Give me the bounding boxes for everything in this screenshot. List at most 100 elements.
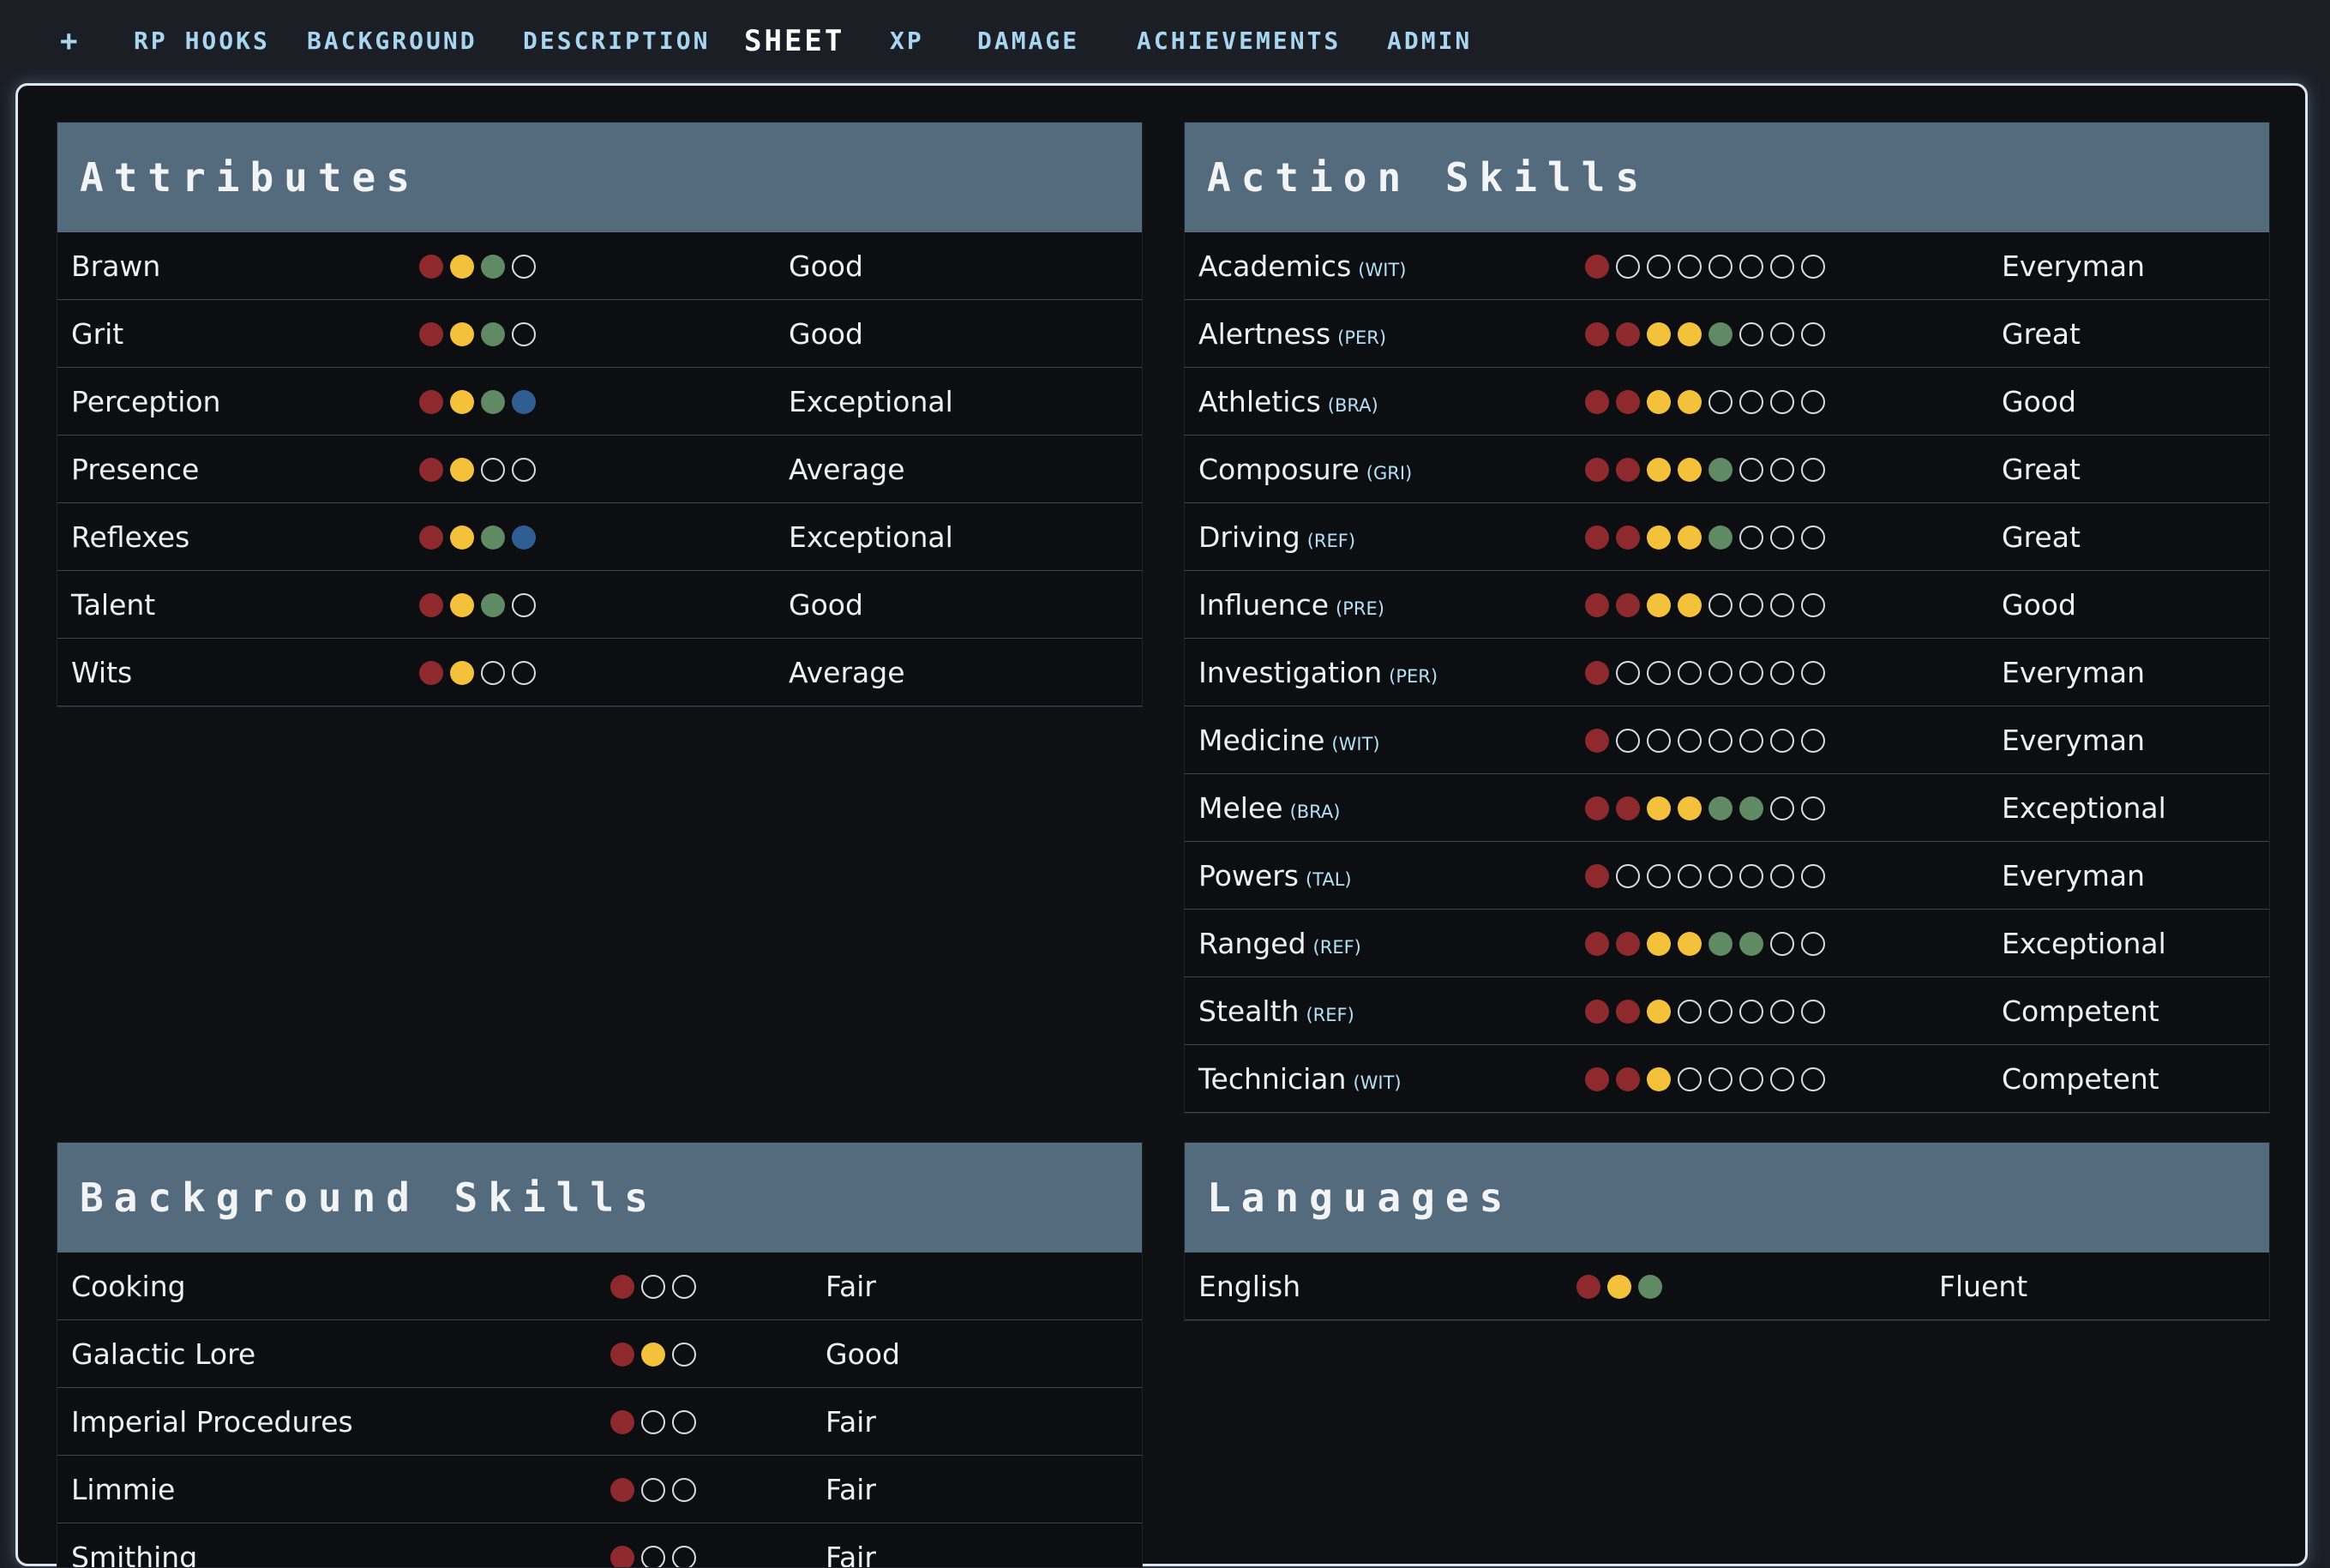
rating-dots[interactable] [1585, 977, 1832, 1045]
rating-dot-filled[interactable] [1647, 1067, 1671, 1091]
rating-dot-empty[interactable] [641, 1546, 665, 1568]
rating-dot-empty[interactable] [1739, 255, 1763, 279]
rating-dot-filled[interactable] [1585, 1067, 1609, 1091]
rating-dot-empty[interactable] [641, 1410, 665, 1434]
rating-dot-empty[interactable] [1739, 458, 1763, 482]
rating-dot-filled[interactable] [419, 322, 443, 346]
rating-dot-filled[interactable] [450, 661, 474, 685]
tab-damage[interactable]: DAMAGE [977, 21, 1079, 62]
rating-dot-filled[interactable] [1647, 1000, 1671, 1024]
rating-dots[interactable] [419, 368, 543, 436]
rating-dot-filled[interactable] [450, 458, 474, 482]
rating-dot-filled[interactable] [1585, 729, 1609, 753]
rating-dot-empty[interactable] [1739, 390, 1763, 414]
rating-dot-filled[interactable] [481, 593, 505, 617]
rating-dot-empty[interactable] [1678, 661, 1702, 685]
rating-dot-filled[interactable] [481, 322, 505, 346]
rating-dot-empty[interactable] [1770, 526, 1794, 550]
rating-dot-filled[interactable] [481, 255, 505, 279]
rating-dots[interactable] [1585, 571, 1832, 639]
rating-dot-empty[interactable] [1770, 1000, 1794, 1024]
rating-dot-filled[interactable] [450, 255, 474, 279]
rating-dot-filled[interactable] [481, 526, 505, 550]
rating-dot-filled[interactable] [1616, 1000, 1640, 1024]
rating-dots[interactable] [1585, 300, 1832, 368]
rating-dot-empty[interactable] [481, 661, 505, 685]
rating-dot-empty[interactable] [641, 1275, 665, 1299]
rating-dot-empty[interactable] [1801, 932, 1825, 956]
rating-dots[interactable] [1585, 436, 1832, 503]
rating-dot-filled[interactable] [1739, 932, 1763, 956]
rating-dots[interactable] [1585, 368, 1832, 436]
rating-dot-empty[interactable] [1678, 1067, 1702, 1091]
rating-dot-filled[interactable] [1647, 322, 1671, 346]
rating-dot-empty[interactable] [1678, 864, 1702, 888]
tab-description[interactable]: DESCRIPTION [523, 21, 710, 62]
rating-dots[interactable] [610, 1523, 703, 1568]
rating-dot-filled[interactable] [1708, 932, 1732, 956]
tab-achievements[interactable]: ACHIEVEMENTS [1137, 21, 1341, 62]
add-tab-button[interactable]: + [60, 21, 80, 62]
rating-dot-empty[interactable] [1801, 661, 1825, 685]
rating-dot-empty[interactable] [672, 1275, 696, 1299]
rating-dot-filled[interactable] [1607, 1275, 1631, 1299]
rating-dot-filled[interactable] [1678, 322, 1702, 346]
rating-dot-empty[interactable] [1770, 932, 1794, 956]
rating-dot-empty[interactable] [1739, 593, 1763, 617]
rating-dot-filled[interactable] [450, 390, 474, 414]
rating-dot-filled[interactable] [1616, 796, 1640, 820]
rating-dot-empty[interactable] [1708, 593, 1732, 617]
rating-dot-empty[interactable] [1770, 729, 1794, 753]
rating-dot-filled[interactable] [419, 661, 443, 685]
rating-dot-filled[interactable] [1585, 932, 1609, 956]
rating-dot-filled[interactable] [1678, 932, 1702, 956]
rating-dot-filled[interactable] [641, 1343, 665, 1367]
rating-dot-empty[interactable] [1739, 322, 1763, 346]
rating-dot-filled[interactable] [1616, 526, 1640, 550]
tab-background[interactable]: BACKGROUND [307, 21, 477, 62]
rating-dot-filled[interactable] [1678, 593, 1702, 617]
rating-dot-filled[interactable] [419, 458, 443, 482]
rating-dot-filled[interactable] [610, 1478, 634, 1502]
rating-dot-empty[interactable] [1770, 1067, 1794, 1091]
rating-dot-empty[interactable] [1770, 864, 1794, 888]
rating-dot-filled[interactable] [419, 593, 443, 617]
rating-dot-empty[interactable] [512, 255, 536, 279]
rating-dot-filled[interactable] [450, 593, 474, 617]
rating-dot-empty[interactable] [1801, 390, 1825, 414]
rating-dot-filled[interactable] [1585, 255, 1609, 279]
rating-dot-empty[interactable] [672, 1546, 696, 1568]
rating-dot-filled[interactable] [512, 390, 536, 414]
rating-dots[interactable] [1576, 1253, 1669, 1320]
rating-dot-empty[interactable] [481, 458, 505, 482]
rating-dots[interactable] [419, 639, 543, 706]
rating-dot-filled[interactable] [1585, 661, 1609, 685]
rating-dot-filled[interactable] [1708, 526, 1732, 550]
rating-dot-empty[interactable] [641, 1478, 665, 1502]
rating-dot-empty[interactable] [1616, 729, 1640, 753]
rating-dot-filled[interactable] [1678, 390, 1702, 414]
rating-dot-empty[interactable] [1801, 796, 1825, 820]
rating-dot-empty[interactable] [1770, 796, 1794, 820]
rating-dot-empty[interactable] [1647, 864, 1671, 888]
rating-dot-empty[interactable] [1708, 1000, 1732, 1024]
rating-dot-empty[interactable] [1647, 661, 1671, 685]
rating-dot-filled[interactable] [1678, 458, 1702, 482]
rating-dot-empty[interactable] [1678, 1000, 1702, 1024]
tab-rp-hooks[interactable]: RP HOOKS [134, 21, 270, 62]
rating-dot-filled[interactable] [481, 390, 505, 414]
rating-dot-empty[interactable] [1708, 255, 1732, 279]
rating-dot-empty[interactable] [672, 1343, 696, 1367]
rating-dot-filled[interactable] [1678, 526, 1702, 550]
tab-xp[interactable]: XP [890, 21, 924, 62]
rating-dot-filled[interactable] [450, 526, 474, 550]
rating-dot-empty[interactable] [1801, 1000, 1825, 1024]
rating-dot-filled[interactable] [1585, 322, 1609, 346]
rating-dot-empty[interactable] [1647, 729, 1671, 753]
rating-dot-filled[interactable] [1585, 1000, 1609, 1024]
rating-dot-filled[interactable] [1616, 458, 1640, 482]
rating-dots[interactable] [610, 1320, 703, 1388]
rating-dot-empty[interactable] [512, 593, 536, 617]
rating-dots[interactable] [419, 571, 543, 639]
rating-dot-filled[interactable] [1585, 796, 1609, 820]
